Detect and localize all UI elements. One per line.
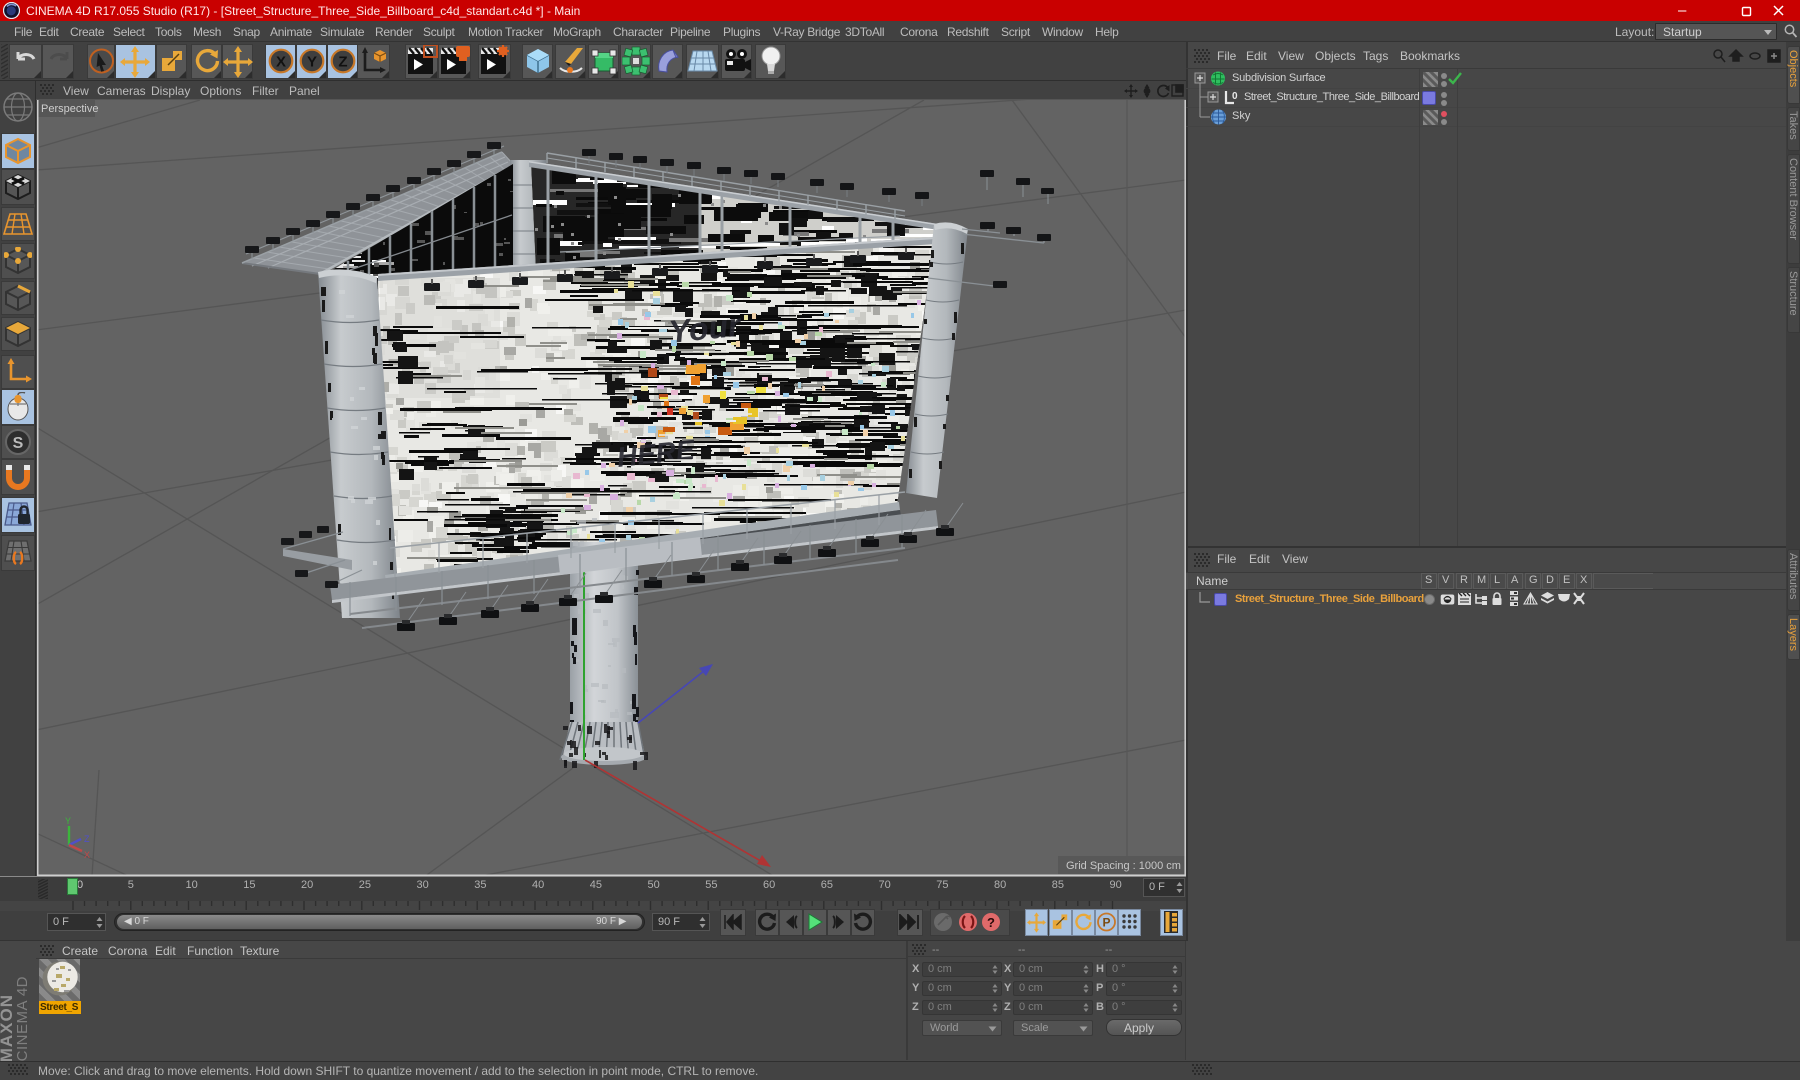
svg-text:Grid Spacing : 1000 cm: Grid Spacing : 1000 cm bbox=[1066, 860, 1181, 872]
svg-text:Z: Z bbox=[338, 54, 347, 71]
svg-text:P: P bbox=[1102, 916, 1110, 930]
svg-text:?: ? bbox=[987, 915, 995, 930]
svg-text:X: X bbox=[276, 54, 286, 71]
svg-text:Your: Your bbox=[667, 307, 744, 350]
svg-text:S: S bbox=[13, 435, 24, 452]
svg-text:X: X bbox=[84, 850, 90, 860]
svg-text:Y: Y bbox=[307, 54, 317, 71]
svg-text:Z: Z bbox=[84, 834, 90, 844]
svg-text:Y: Y bbox=[65, 816, 71, 826]
svg-text:Perspective: Perspective bbox=[41, 103, 98, 115]
svg-text:0: 0 bbox=[1232, 91, 1238, 102]
